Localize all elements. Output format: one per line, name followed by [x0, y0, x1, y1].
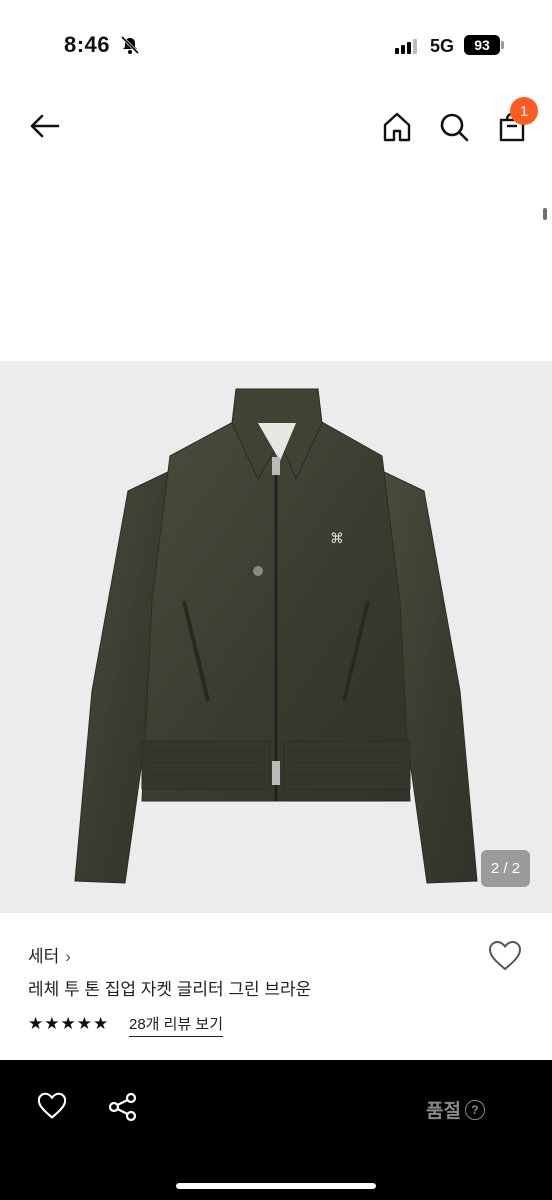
chevron-right-icon: ›	[65, 947, 71, 966]
wishlist-heart-icon[interactable]	[488, 940, 522, 972]
help-circle-icon[interactable]: ?	[464, 1099, 485, 1120]
home-icon[interactable]	[381, 111, 413, 143]
bottom-action-bar	[0, 1060, 552, 1200]
gallery-pager: 2 / 2	[481, 850, 530, 887]
rating-stars: ★★★★★	[28, 1014, 110, 1033]
scroll-indicator	[543, 208, 547, 220]
heart-icon[interactable]	[37, 1092, 67, 1120]
network-type: 5G	[430, 36, 455, 56]
home-indicator	[176, 1183, 376, 1189]
product-title: 레체 투 톤 집업 자켓 글리터 그린 브라운	[28, 980, 312, 999]
battery-tip	[501, 41, 504, 49]
cart-count-badge: 1	[510, 97, 538, 125]
signal-icon	[395, 39, 417, 54]
reviews-link[interactable]: 28개 리뷰 보기	[129, 1013, 224, 1037]
status-time: 8:46	[64, 32, 111, 57]
sold-out-status: 품절 ?	[426, 1096, 485, 1123]
bell-muted-icon	[120, 35, 140, 55]
back-arrow-icon[interactable]	[28, 110, 60, 142]
jacket-illustration: ⌘	[74, 388, 478, 884]
brand-link[interactable]: 세터 ›	[28, 942, 71, 967]
sold-out-label: 품절	[426, 1101, 461, 1122]
share-icon[interactable]	[108, 1092, 138, 1122]
svg-text:⌘: ⌘	[330, 531, 344, 547]
brand-name: 세터	[28, 947, 60, 966]
search-icon[interactable]	[438, 111, 470, 143]
battery-level: 93	[464, 35, 500, 55]
product-image[interactable]: ⌘	[0, 361, 552, 913]
